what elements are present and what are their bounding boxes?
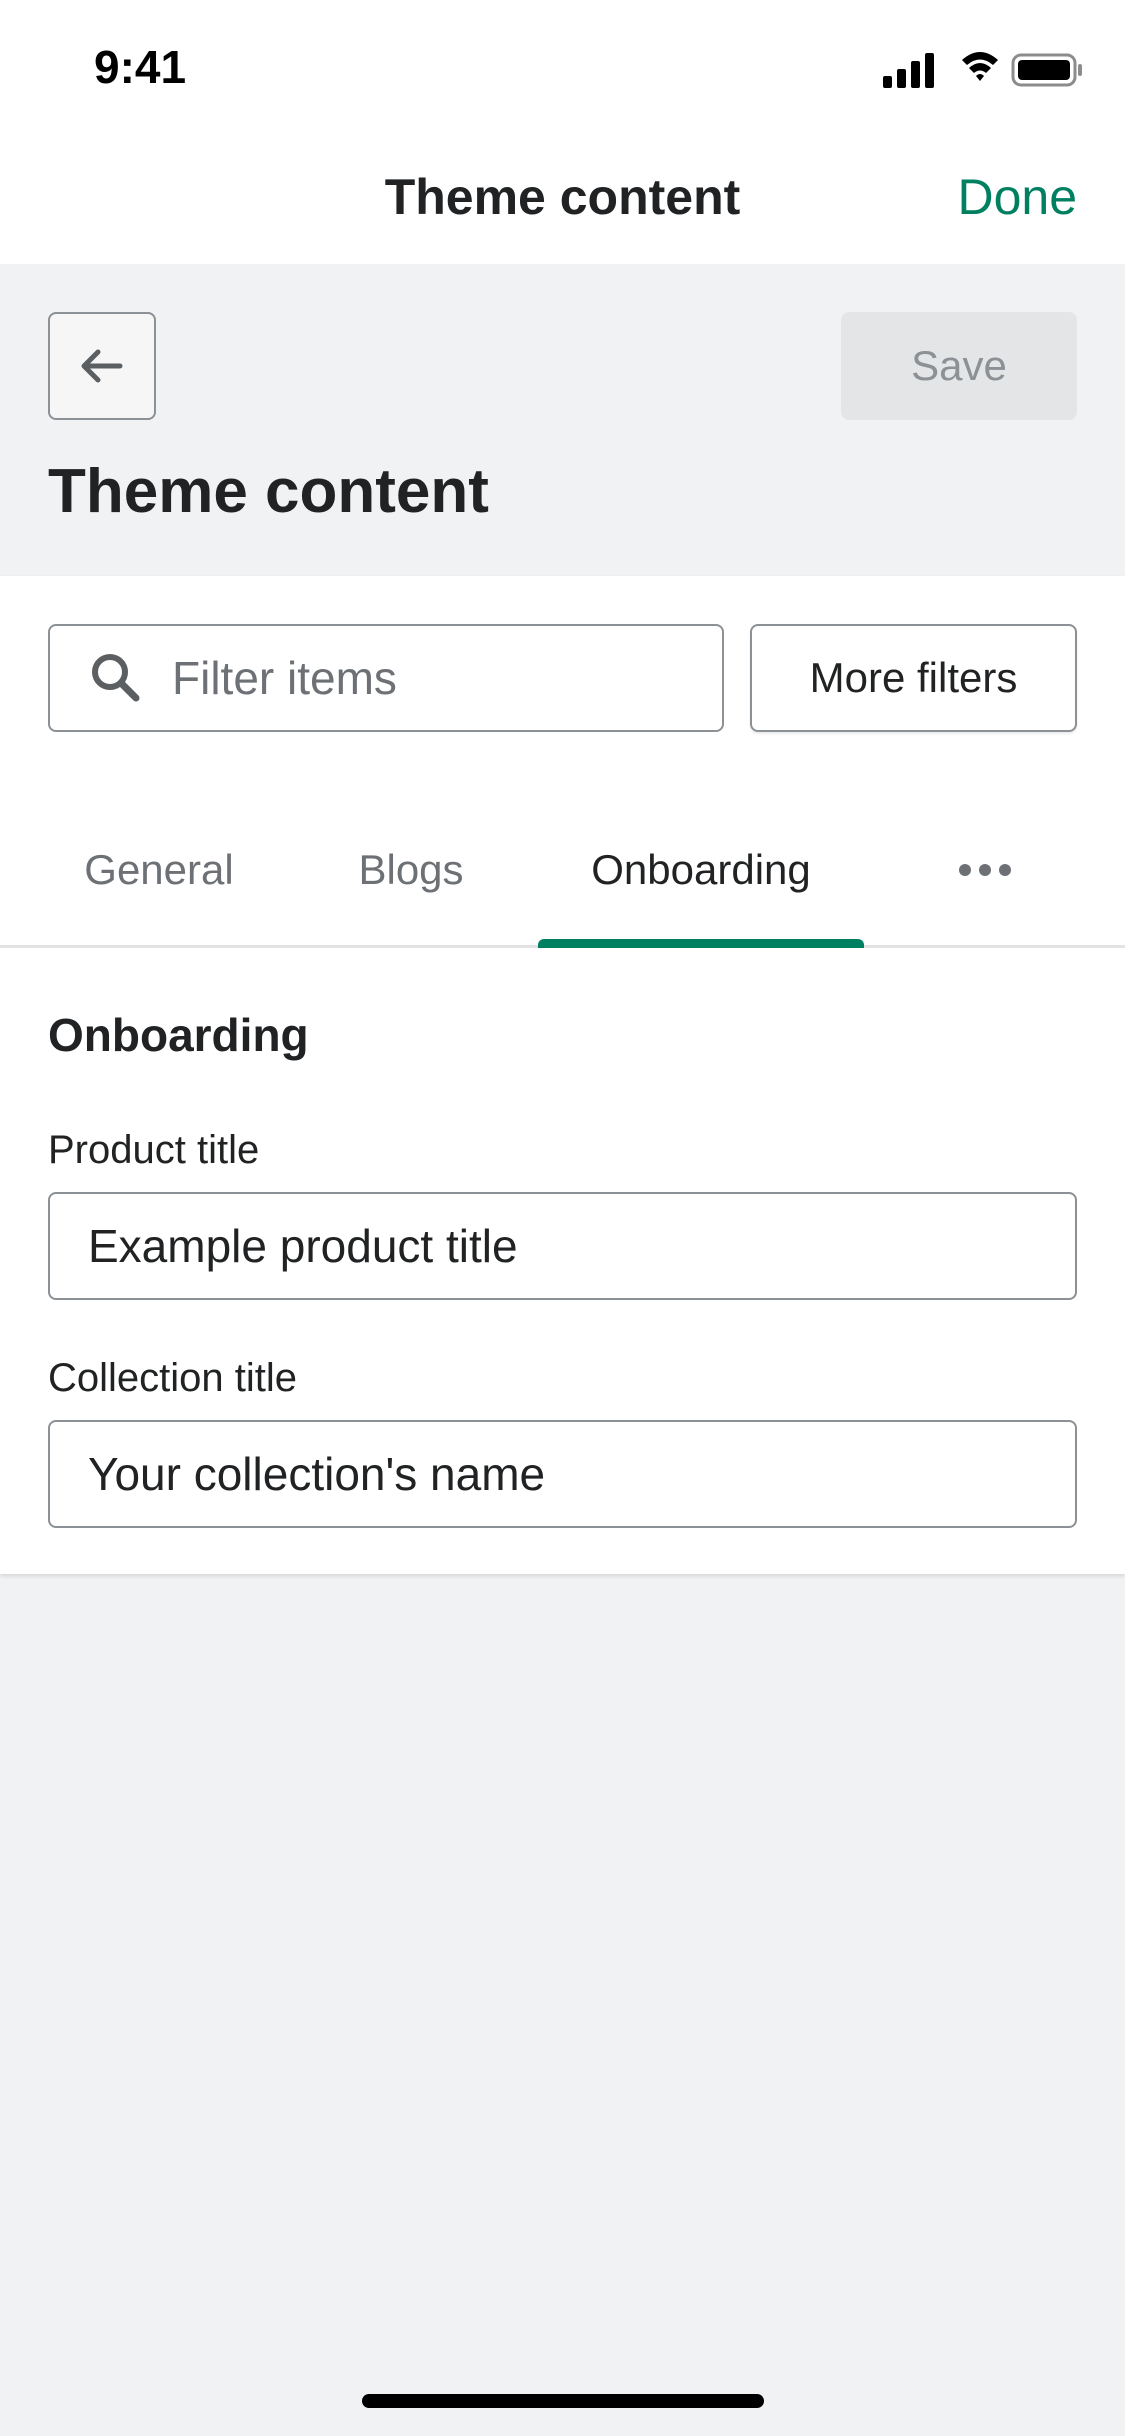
save-button[interactable]: Save <box>841 312 1077 420</box>
done-button[interactable]: Done <box>957 168 1077 226</box>
status-time: 9:41 <box>94 41 187 93</box>
tab-more[interactable] <box>930 792 1040 948</box>
active-tab-indicator <box>538 939 864 948</box>
home-indicator <box>362 2394 764 2408</box>
more-filters-button[interactable]: More filters <box>750 624 1077 732</box>
collection-title-label: Collection title <box>48 1356 298 1400</box>
status-bar: 9:41 <box>0 0 1125 132</box>
horizontal-dots-icon <box>959 864 1011 876</box>
nav-title: Theme content <box>384 169 741 225</box>
back-button[interactable] <box>48 312 156 420</box>
page-title: Theme content <box>48 457 489 526</box>
arrow-left-icon <box>81 349 123 383</box>
tab-bar: General Blogs Onboarding <box>0 792 1125 948</box>
nav-bar: Theme content Done <box>0 132 1125 264</box>
product-title-input[interactable]: Example product title <box>48 1192 1077 1300</box>
product-title-label: Product title <box>48 1128 260 1172</box>
battery-icon <box>1011 53 1082 87</box>
page-header: Save Theme content <box>0 264 1125 576</box>
section-title: Onboarding <box>48 1009 309 1061</box>
tab-blogs[interactable]: Blogs <box>306 792 516 948</box>
search-icon <box>92 654 140 702</box>
wifi-icon <box>962 52 998 81</box>
filter-items-input[interactable]: Filter items <box>48 624 724 732</box>
tab-onboarding[interactable]: Onboarding <box>538 792 864 948</box>
collection-title-input[interactable]: Your collection's name <box>48 1420 1077 1528</box>
tab-general[interactable]: General <box>48 792 270 948</box>
content-card: Filter items More filters General Blogs … <box>0 576 1125 1574</box>
cellular-signal-icon <box>883 53 934 88</box>
filter-items-placeholder: Filter items <box>172 652 397 704</box>
status-icons <box>883 50 1083 90</box>
